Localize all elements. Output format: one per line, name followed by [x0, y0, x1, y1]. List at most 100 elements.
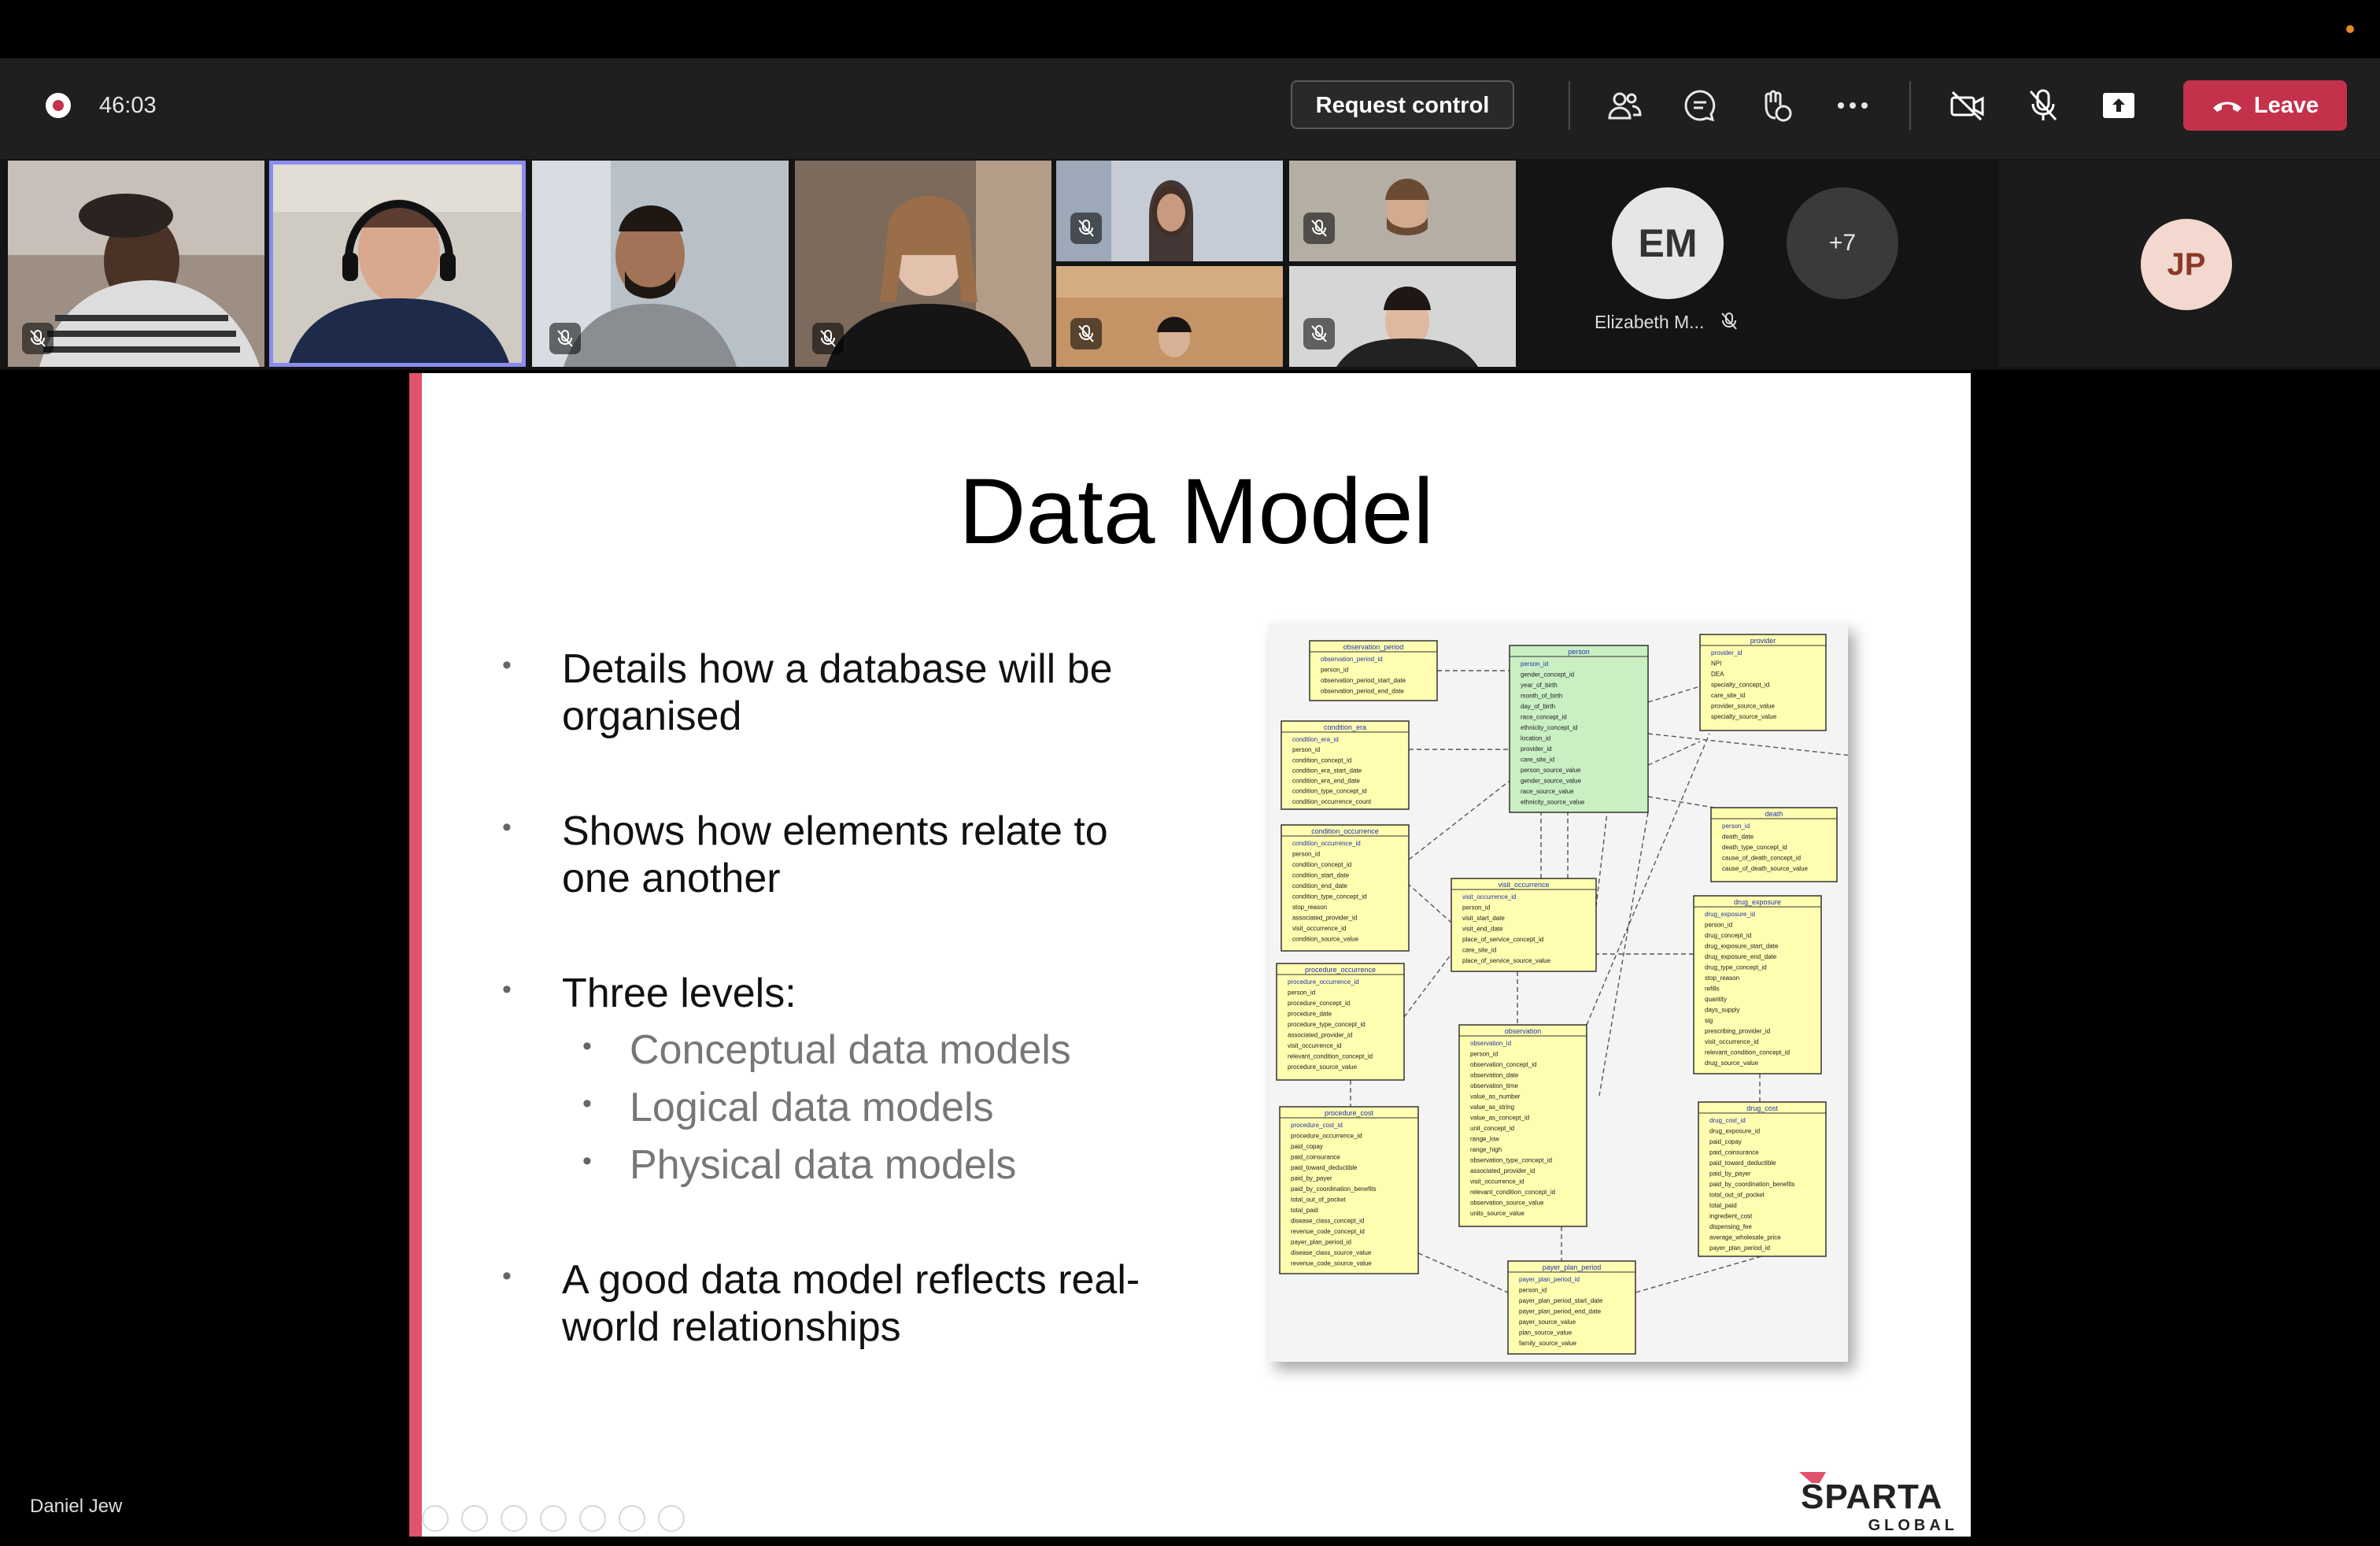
- erd-field: DEA: [1711, 671, 1724, 678]
- participant-video-tile[interactable]: [1289, 266, 1516, 367]
- erd-field: person_id: [1292, 851, 1320, 858]
- erd-field: condition_type_concept_id: [1292, 788, 1367, 795]
- zoom-icon[interactable]: [579, 1505, 606, 1532]
- erd-relationship-line: [1595, 812, 1608, 908]
- reactions-icon[interactable]: [1755, 85, 1796, 126]
- muted-icon: [1303, 318, 1335, 350]
- slide-accent-bar: [409, 373, 422, 1537]
- erd-field: gender_source_value: [1521, 778, 1581, 785]
- erd-field: days_supply: [1705, 1007, 1739, 1014]
- erd-field: condition_concept_id: [1292, 861, 1351, 868]
- erd-table-observation-period: observation_period observation_period_idp…: [1309, 640, 1438, 701]
- erd-field: cause_of_death_source_value: [1722, 865, 1809, 872]
- slide-title: Data Model: [959, 460, 1434, 564]
- toolbar-divider: [1909, 81, 1911, 130]
- erd-field: location_id: [1521, 735, 1550, 742]
- share-screen-icon[interactable]: [2098, 85, 2139, 126]
- sub-bullet-1: Conceptual data models: [630, 1027, 1071, 1073]
- erd-field: person_id: [1519, 1287, 1547, 1294]
- more-participants-button[interactable]: +7: [1787, 187, 1898, 299]
- bullet-marker: •: [502, 812, 512, 842]
- next-slide-icon[interactable]: [461, 1505, 488, 1532]
- erd-field: drug_exposure_end_date: [1705, 953, 1777, 960]
- erd-field: paid_copay: [1709, 1138, 1742, 1145]
- erd-field: procedure_occurrence_id: [1288, 978, 1359, 986]
- erd-field: condition_start_date: [1292, 872, 1350, 879]
- previous-slide-icon[interactable]: [422, 1505, 449, 1532]
- participant-video-tile[interactable]: [1289, 161, 1516, 261]
- erd-field: associated_provider_id: [1470, 1167, 1535, 1174]
- erd-table-title: procedure_cost: [1325, 1109, 1374, 1117]
- erd-field: value_as_string: [1470, 1104, 1514, 1111]
- erd-field: units_source_value: [1470, 1210, 1524, 1217]
- erd-field: condition_era_start_date: [1292, 767, 1362, 774]
- request-control-button[interactable]: Request control: [1291, 80, 1514, 129]
- muted-icon: [1070, 213, 1102, 244]
- participants-icon[interactable]: [1604, 85, 1645, 126]
- muted-icon: [22, 323, 54, 354]
- bullet-marker: •: [502, 650, 512, 680]
- pen-icon[interactable]: [501, 1505, 527, 1532]
- participant-video-tile[interactable]: [8, 161, 264, 367]
- participant-video-tile[interactable]: [795, 161, 1051, 367]
- erd-field: drug_exposure_start_date: [1705, 943, 1779, 950]
- erd-table-title: person: [1568, 648, 1590, 656]
- more-options-icon[interactable]: [1832, 85, 1873, 126]
- erd-table-title: visit_occurrence: [1498, 881, 1549, 889]
- camera-off-icon[interactable]: [1947, 85, 1988, 126]
- participant-video-tile[interactable]: [1056, 266, 1283, 367]
- meeting-timer: 46:03: [99, 93, 157, 118]
- participant-name-label: Elizabeth M...: [1595, 312, 1705, 332]
- participant-video: [1289, 161, 1516, 261]
- muted-icon: [1070, 318, 1102, 350]
- erd-field: observation_type_concept_id: [1470, 1157, 1552, 1164]
- erd-field: procedure_type_concept_id: [1288, 1021, 1366, 1028]
- participant-video-tile[interactable]: [532, 161, 789, 367]
- presenter-name: Daniel Jew: [30, 1496, 123, 1517]
- erd-table-title: payer_plan_period: [1543, 1263, 1602, 1271]
- erd-field: total_paid: [1291, 1207, 1318, 1214]
- erd-relationship-line: [1647, 686, 1701, 703]
- erd-table-observation: observation observation_id person_idobserv…: [1458, 1024, 1587, 1227]
- more-slide-options-icon[interactable]: [658, 1505, 685, 1532]
- erd-field: stop_reason: [1292, 904, 1327, 911]
- erd-field: care_site_id: [1462, 947, 1496, 954]
- erd-field: condition_source_value: [1292, 936, 1359, 943]
- erd-field: observation_source_value: [1470, 1200, 1544, 1207]
- erd-table-title: condition_occurrence: [1311, 827, 1379, 835]
- erd-field: relevant_condition_concept_id: [1470, 1189, 1555, 1196]
- erd-field: specialty_source_value: [1711, 713, 1777, 720]
- erd-table-title: procedure_occurrence: [1305, 966, 1376, 974]
- erd-field: person_id: [1705, 922, 1732, 929]
- erd-field: revenue_code_concept_id: [1291, 1228, 1365, 1235]
- bullet-2-line-1: Shows how elements relate to: [562, 808, 1108, 854]
- erd-field: year_of_birth: [1521, 682, 1558, 689]
- slides-grid-icon[interactable]: [540, 1505, 567, 1532]
- erd-field: paid_coinsurance: [1291, 1154, 1340, 1161]
- erd-field: care_site_id: [1711, 692, 1745, 699]
- subtitles-icon[interactable]: [619, 1505, 645, 1532]
- bullet-marker: •: [502, 975, 512, 1004]
- erd-table-title: drug_exposure: [1734, 898, 1781, 906]
- erd-table-drug-cost: drug_costdrug_cost_id drug_exposure_idpai…: [1698, 1101, 1827, 1257]
- erd-field: disease_class_source_value: [1291, 1249, 1372, 1256]
- erd-table-title: observation: [1505, 1027, 1542, 1035]
- erd-field: cause_of_death_concept_id: [1722, 855, 1801, 862]
- erd-field: value_as_concept_id: [1470, 1115, 1529, 1122]
- chat-icon[interactable]: [1680, 85, 1720, 126]
- erd-field: payer_plan_period_id: [1519, 1276, 1580, 1283]
- participant-avatar-em[interactable]: EM: [1612, 187, 1724, 299]
- erd-field: paid_toward_deductible: [1709, 1160, 1776, 1167]
- erd-field: relevant_condition_concept_id: [1705, 1049, 1790, 1056]
- erd-field: drug_type_concept_id: [1705, 964, 1767, 971]
- leave-button[interactable]: Leave: [2183, 80, 2347, 131]
- erd-field: place_of_service_concept_id: [1462, 936, 1543, 943]
- erd-field: plan_source_value: [1519, 1330, 1572, 1337]
- erd-field: payer_plan_period_start_date: [1519, 1297, 1603, 1304]
- microphone-off-icon[interactable]: [2023, 85, 2064, 126]
- participant-video-tile[interactable]: [1056, 161, 1283, 261]
- erd-field: procedure_source_value: [1288, 1063, 1358, 1071]
- sub-bullet-marker: •: [582, 1089, 592, 1119]
- erd-field: observation_concept_id: [1470, 1061, 1537, 1068]
- active-speaker-video-tile[interactable]: [269, 161, 526, 367]
